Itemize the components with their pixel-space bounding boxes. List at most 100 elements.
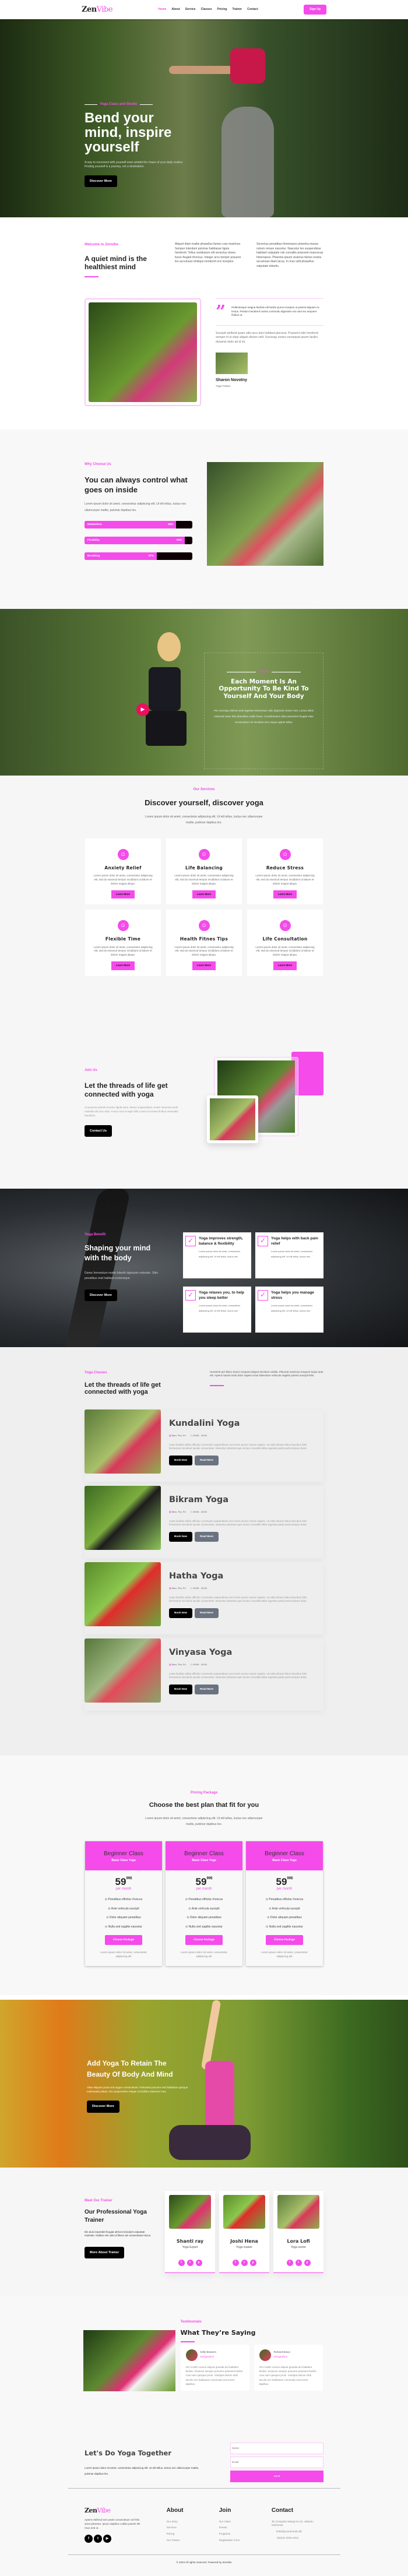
join-text: At posuere potenti montes ligula risus. … bbox=[85, 1106, 181, 1118]
twitter-icon[interactable]: t bbox=[296, 2260, 302, 2266]
testimonials-subtitle: Testimonials bbox=[181, 2320, 323, 2325]
footer: ZenVibe Aptent eleifend sem pede consect… bbox=[0, 2493, 408, 2576]
plan-price: 5999$ bbox=[246, 1870, 323, 1887]
learn-more-button[interactable]: Learn More bbox=[111, 890, 135, 899]
facebook-icon[interactable]: f bbox=[233, 2260, 239, 2266]
service-card: ☺Anxiety ReliefLorem ipsum dolor sit ame… bbox=[85, 838, 161, 904]
play-video-icon[interactable]: ▶ bbox=[136, 703, 149, 716]
service-title: Flexible Time bbox=[93, 936, 153, 942]
classes-title: Let the threads of life get connected wi… bbox=[85, 1382, 166, 1396]
class-title: Kundalini Yoga bbox=[169, 1418, 318, 1430]
pricing-header: Beginner ClassBasic Class Yoga bbox=[246, 1841, 323, 1870]
classes-text: Hendrerit per libero donec torquent aliq… bbox=[210, 1370, 323, 1379]
footer-logo[interactable]: ZenVibe bbox=[85, 2506, 167, 2516]
footer-link-programs[interactable]: Programs bbox=[219, 2532, 272, 2536]
services-subtitle: Our Services bbox=[0, 787, 408, 792]
name-input[interactable] bbox=[230, 2443, 323, 2454]
trainer-name: Shanti ray bbox=[169, 2238, 211, 2245]
class-description: Justo facilisis tellus efficitur commodo… bbox=[169, 1596, 318, 1604]
pricing-header: Beginner ClassBasic Class Yoga bbox=[166, 1841, 242, 1870]
facebook-icon[interactable]: f bbox=[287, 2260, 293, 2266]
footer-link-pricing[interactable]: Pricing bbox=[167, 2532, 219, 2536]
checkbox-check-icon: ✓ bbox=[185, 1290, 196, 1301]
facebook-icon[interactable]: f bbox=[178, 2260, 185, 2266]
learn-more-button[interactable]: Learn More bbox=[273, 961, 297, 970]
footer-email[interactable]: hello@yourdomain.tld bbox=[272, 2530, 323, 2534]
cta-text: Vitae aliquam porta sed augue consectetu… bbox=[87, 2086, 189, 2094]
benefit-discover-button[interactable]: Discover More bbox=[85, 1289, 117, 1301]
learn-more-button[interactable]: Learn More bbox=[273, 890, 297, 899]
learn-more-button[interactable]: Learn More bbox=[111, 961, 135, 970]
more-about-trainer-button[interactable]: More About Trainer bbox=[85, 2247, 124, 2258]
benefit-title: Yoga helps you manage stress bbox=[271, 1290, 320, 1302]
choose-package-button[interactable]: Choose Package bbox=[266, 1935, 303, 1945]
nav-trainer[interactable]: Trainer bbox=[232, 8, 242, 12]
footer-link-events[interactable]: Events bbox=[219, 2526, 272, 2530]
plan-name: Beginner Class bbox=[166, 1849, 242, 1858]
benefit-card: ✓Yoga helps with back pain reliefLorem i… bbox=[255, 1232, 323, 1278]
testimonial-text: Orci mollis cursus aliquet gravida dui h… bbox=[186, 2365, 244, 2386]
nav-home[interactable]: Home bbox=[158, 8, 166, 12]
read-more-button[interactable]: Read More bbox=[195, 1456, 219, 1465]
book-now-button[interactable]: Book Now bbox=[169, 1532, 192, 1542]
choose-package-button[interactable]: Choose Package bbox=[105, 1935, 142, 1945]
plan-feature: ⊙ Penatibus efficitur rhoncus bbox=[166, 1898, 242, 1902]
service-text: Lorem ipsum dolor sit amet, consectetur … bbox=[93, 946, 153, 957]
choose-package-button[interactable]: Choose Package bbox=[185, 1935, 223, 1945]
join-image-small bbox=[207, 1095, 258, 1143]
footer-link-our-trainer[interactable]: Our Trainer bbox=[167, 2539, 219, 2543]
learn-more-button[interactable]: Learn More bbox=[192, 961, 216, 970]
class-days: Mon, Thu, Fri bbox=[172, 1587, 186, 1590]
facebook-icon[interactable]: f bbox=[85, 2535, 93, 2543]
hero-discover-button[interactable]: Discover More bbox=[85, 175, 117, 187]
cta-discover-button[interactable]: Discover More bbox=[87, 2101, 119, 2112]
nav-about[interactable]: About bbox=[171, 8, 180, 12]
benefit-text: Donec fermentum mattis blandit dignissim… bbox=[85, 1271, 166, 1281]
plan-feature: ⊙ Ante vehicula suscipit bbox=[246, 1907, 323, 1912]
send-button[interactable]: Send bbox=[230, 2471, 323, 2482]
book-now-button[interactable]: Book Now bbox=[169, 1608, 192, 1618]
benefit-text: Lorem ipsum dolor sit amet, consectetur … bbox=[271, 1249, 320, 1260]
contact-form: Send bbox=[230, 2443, 323, 2482]
footer-link-registration-form[interactable]: Registration Form bbox=[219, 2539, 272, 2543]
meditation-icon: ☺ bbox=[199, 849, 210, 860]
twitter-icon[interactable]: t bbox=[241, 2260, 248, 2266]
book-now-button[interactable]: Book Now bbox=[169, 1685, 192, 1694]
email-input[interactable] bbox=[230, 2457, 323, 2468]
contact-us-button[interactable]: Contact Us bbox=[85, 1125, 112, 1137]
benefit-text: Lorem ipsum dolor sit amet, consectetur … bbox=[199, 1303, 248, 1314]
read-more-button[interactable]: Read More bbox=[195, 1532, 219, 1542]
footer-link-services[interactable]: Services bbox=[167, 2526, 219, 2530]
about-description: Suscipit eleifend quam odio arcu duis ha… bbox=[216, 332, 323, 345]
plan-name: Beginner Class bbox=[85, 1849, 162, 1858]
cta-title: Add Yoga To Retain The Beauty Of Body An… bbox=[87, 2058, 189, 2080]
book-now-button[interactable]: Book Now bbox=[169, 1456, 192, 1465]
twitter-icon[interactable]: t bbox=[187, 2260, 194, 2266]
footer-link-our-story[interactable]: Our Story bbox=[167, 2520, 219, 2524]
nav-classes[interactable]: Classes bbox=[201, 8, 212, 12]
testimonial-designation: Designation bbox=[201, 2355, 214, 2358]
pinterest-icon[interactable]: p bbox=[250, 2260, 256, 2266]
classes-subtitle: Yoga Classes bbox=[85, 1370, 166, 1376]
hero-image-woman-squat bbox=[207, 19, 289, 217]
learn-more-button[interactable]: Learn More bbox=[192, 890, 216, 899]
pinterest-icon[interactable]: p bbox=[196, 2260, 202, 2266]
testimonials-section: Testimonials What They’re Saying Kelly B… bbox=[0, 2296, 408, 2420]
nav-service[interactable]: Service bbox=[185, 8, 196, 12]
pinterest-icon[interactable]: p bbox=[304, 2260, 311, 2266]
pricing-intro: Lorem ipsum dolor sit amet, consectetur … bbox=[143, 1816, 265, 1827]
youtube-icon[interactable]: ▶ bbox=[103, 2535, 111, 2543]
service-card: ☺Life BalancingLorem ipsum dolor sit ame… bbox=[166, 838, 242, 904]
footer-link-our-class[interactable]: Our Class bbox=[219, 2520, 272, 2524]
read-more-button[interactable]: Read More bbox=[195, 1685, 219, 1694]
hero-title: Bend your mind, inspire yourself bbox=[85, 111, 189, 155]
nav-contact[interactable]: Contact bbox=[247, 8, 258, 12]
nav-pricing[interactable]: Pricing bbox=[217, 8, 227, 12]
class-card: Bikram Yoga▦ Mon, Thu, Fri◷ 09:00 - 10:0… bbox=[85, 1486, 323, 1558]
twitter-icon[interactable]: t bbox=[94, 2535, 102, 2543]
cta-section: Add Yoga To Retain The Beauty Of Body An… bbox=[0, 2000, 408, 2168]
read-more-button[interactable]: Read More bbox=[195, 1608, 219, 1618]
logo[interactable]: ZenVibe bbox=[82, 4, 112, 16]
class-card: Vinyasa Yoga▦ Mon, Thu, Fri◷ 09:00 - 10:… bbox=[85, 1638, 323, 1711]
sign-up-button[interactable]: Sign Up bbox=[304, 5, 326, 15]
